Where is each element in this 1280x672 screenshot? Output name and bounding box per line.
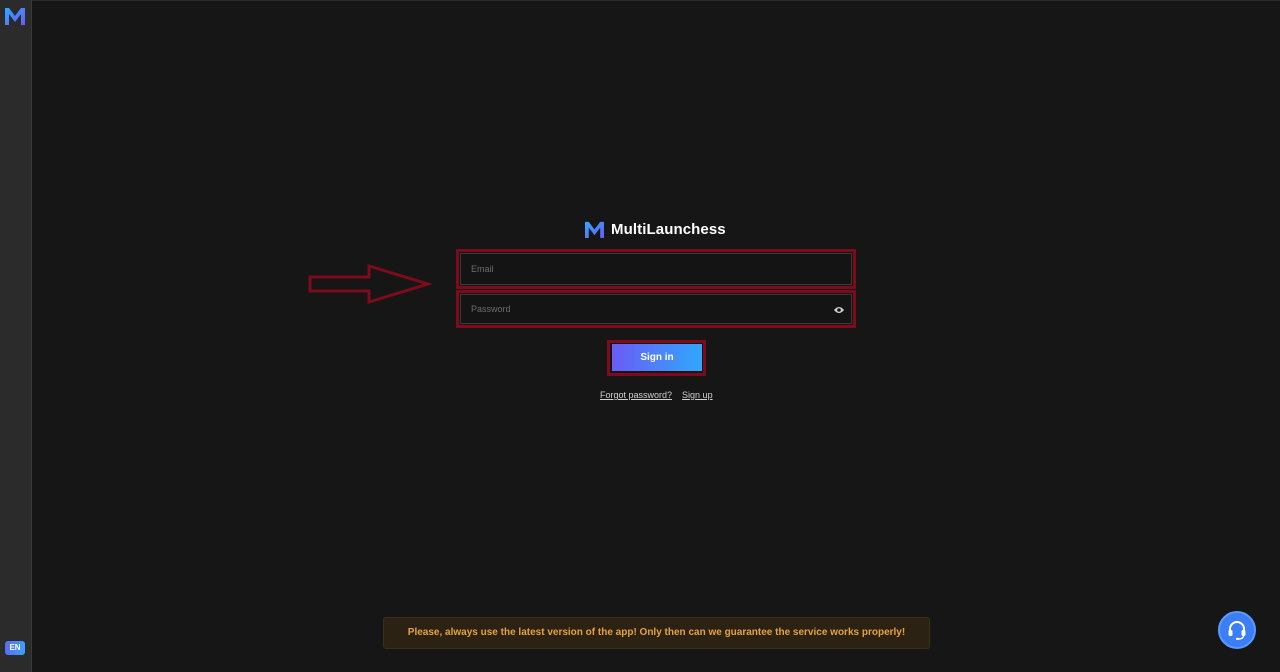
sign-up-link[interactable]: Sign up [682, 390, 713, 400]
password-input[interactable] [461, 295, 851, 323]
email-input[interactable] [461, 254, 851, 284]
support-button[interactable] [1218, 611, 1256, 649]
sign-in-button[interactable]: Sign in [612, 344, 702, 371]
logo-icon [5, 8, 25, 25]
email-field-wrapper [460, 253, 852, 285]
brand-name: MultiLaunchess [611, 220, 726, 238]
password-field-wrapper [460, 294, 852, 324]
arrow-right-icon [308, 263, 432, 305]
version-notice: Please, always use the latest version of… [383, 617, 930, 649]
eye-icon[interactable] [833, 305, 845, 315]
language-badge[interactable]: EN [5, 641, 25, 655]
headset-icon [1228, 621, 1246, 640]
forgot-password-link[interactable]: Forgot password? [600, 390, 672, 400]
main-area [32, 0, 1280, 672]
sidebar: EN [0, 0, 32, 672]
logo-icon [585, 221, 604, 238]
brand: MultiLaunchess [584, 218, 726, 240]
auth-links: Forgot password? Sign up [600, 390, 713, 400]
